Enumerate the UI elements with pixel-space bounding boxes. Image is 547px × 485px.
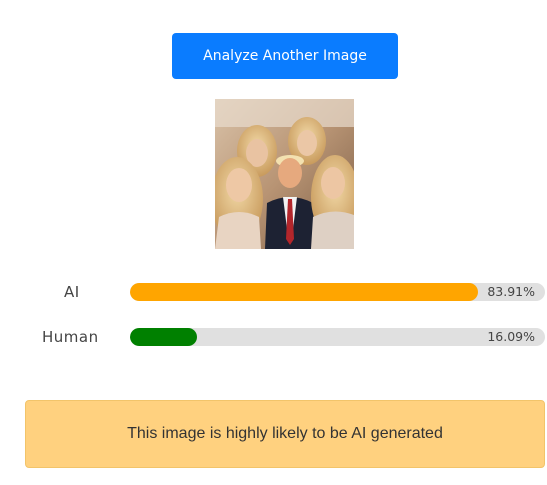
result-label-ai: AI <box>64 283 80 301</box>
verdict-banner: This image is highly likely to be AI gen… <box>25 400 545 468</box>
analyze-another-image-button[interactable]: Analyze Another Image <box>172 33 398 79</box>
result-row-human: Human 16.09% <box>0 326 547 348</box>
human-score-percent: 16.09% <box>487 329 535 344</box>
verdict-text: This image is highly likely to be AI gen… <box>127 425 443 442</box>
human-score-fill <box>130 328 197 346</box>
human-score-bar: 16.09% <box>130 328 545 346</box>
ai-score-percent: 83.91% <box>487 284 535 299</box>
ai-score-fill <box>130 283 479 301</box>
result-row-ai: AI 83.91% <box>0 281 547 303</box>
result-label-human: Human <box>42 328 99 346</box>
photo-illustration <box>215 99 354 249</box>
ai-score-bar: 83.91% <box>130 283 545 301</box>
analyzed-image <box>215 99 354 249</box>
